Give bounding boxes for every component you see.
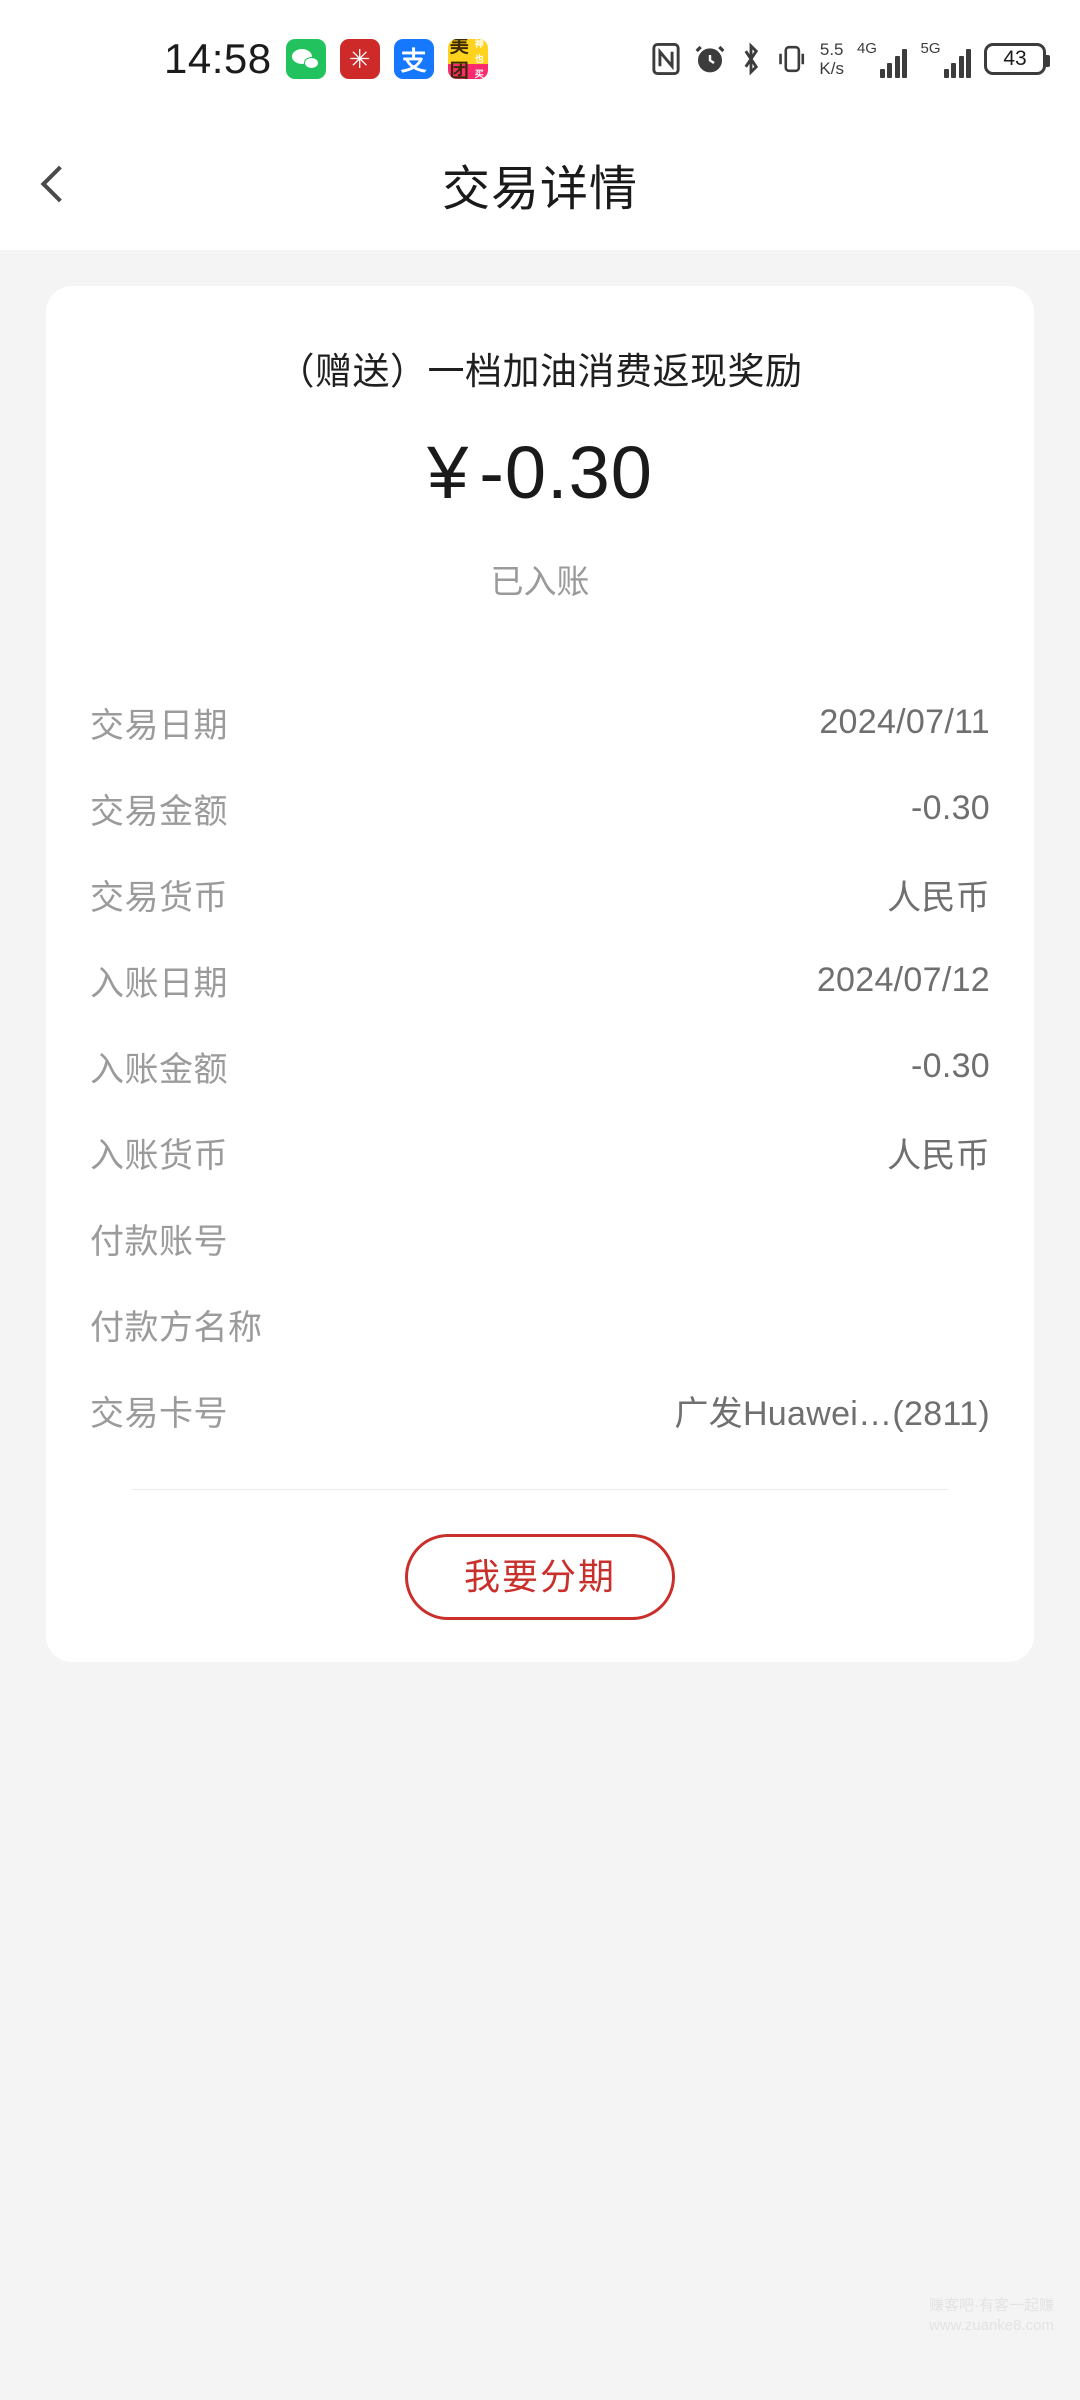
vibrate-icon bbox=[776, 42, 806, 76]
transaction-detail-card: （赠送）一档加油消费返现奖励 ¥ -0.30 已入账 交易日期 2024/07/1… bbox=[46, 286, 1034, 1663]
signal-5g-indicator: 5G bbox=[920, 41, 971, 78]
currency-symbol: ¥ bbox=[427, 431, 470, 515]
row-label: 交易日期 bbox=[90, 706, 228, 745]
watermark-line-2: www.zuanke8.com bbox=[928, 2316, 1054, 2334]
table-row: 付款账号 bbox=[90, 1195, 990, 1281]
table-row: 交易货币 人民币 bbox=[90, 851, 990, 937]
page-content: （赠送）一档加油消费返现奖励 ¥ -0.30 已入账 交易日期 2024/07/1… bbox=[0, 250, 1080, 2400]
row-label: 付款方名称 bbox=[90, 1308, 263, 1347]
bluetooth-icon bbox=[739, 42, 763, 76]
transaction-detail-list: 交易日期 2024/07/11 交易金额 -0.30 交易货币 人民币 入账日期… bbox=[90, 679, 990, 1453]
watermark-line-1: 赚客吧·有客一起赚 bbox=[929, 2296, 1054, 2314]
table-row: 入账货币 人民币 bbox=[90, 1109, 990, 1195]
row-label: 交易金额 bbox=[90, 792, 228, 831]
transaction-title: （赠送）一档加油消费返现奖励 bbox=[277, 351, 803, 392]
row-label: 交易货币 bbox=[90, 878, 228, 917]
row-value: 2024/07/11 bbox=[819, 702, 990, 741]
row-value: 人民币 bbox=[887, 878, 990, 917]
table-row: 交易卡号 广发Huawei…(2811) bbox=[90, 1367, 990, 1453]
row-value: 人民币 bbox=[887, 1136, 990, 1175]
red-flower-app-icon: ✳ bbox=[339, 39, 380, 79]
row-label: 入账日期 bbox=[90, 964, 228, 1003]
meituan-icon: 美团 神也买 bbox=[447, 39, 488, 79]
watermark: 赚客吧·有客一起赚 www.zuanke8.com bbox=[929, 2296, 1054, 2337]
status-bar-clock: 14:58 bbox=[164, 35, 272, 82]
row-label: 交易卡号 bbox=[90, 1394, 228, 1433]
alarm-icon bbox=[694, 43, 726, 75]
table-row: 付款方名称 bbox=[90, 1281, 990, 1367]
signal-4g-indicator: 4G bbox=[857, 41, 908, 78]
status-bar-left: 14:58 ✳ 支 美团 神也买 bbox=[164, 35, 488, 83]
app-header: 交易详情 bbox=[0, 118, 1080, 250]
divider bbox=[132, 1489, 948, 1491]
row-value: -0.30 bbox=[911, 788, 990, 827]
installment-button[interactable]: 我要分期 bbox=[404, 1534, 675, 1621]
row-value: -0.30 bbox=[911, 1046, 990, 1085]
page-title: 交易详情 bbox=[441, 163, 638, 216]
alipay-icon: 支 bbox=[393, 39, 434, 79]
transaction-amount: ¥ -0.30 bbox=[90, 430, 990, 515]
network-speed-indicator: 5.5 K/s bbox=[819, 40, 844, 78]
amount-value: -0.30 bbox=[479, 431, 653, 515]
row-label: 付款账号 bbox=[90, 1222, 228, 1261]
table-row: 交易日期 2024/07/11 bbox=[90, 679, 990, 765]
row-label: 入账金额 bbox=[90, 1050, 228, 1089]
status-bar-right: 5.5 K/s 4G 5G 43 bbox=[651, 40, 1050, 78]
table-row: 入账金额 -0.30 bbox=[90, 1023, 990, 1109]
signal-bars-1 bbox=[879, 48, 908, 78]
action-area: 我要分期 bbox=[90, 1534, 990, 1621]
row-value: 2024/07/12 bbox=[816, 960, 990, 999]
battery-indicator: 43 bbox=[984, 43, 1050, 75]
row-value: 广发Huawei…(2811) bbox=[674, 1394, 990, 1433]
row-label: 入账货币 bbox=[90, 1136, 228, 1175]
nfc-icon bbox=[651, 42, 681, 76]
signal-bars-2 bbox=[943, 48, 971, 78]
status-badge: 已入账 bbox=[490, 563, 590, 601]
table-row: 交易金额 -0.30 bbox=[90, 765, 990, 851]
wechat-icon bbox=[285, 39, 326, 79]
table-row: 入账日期 2024/07/12 bbox=[90, 937, 990, 1023]
status-bar: 14:58 ✳ 支 美团 神也买 5.5 K/s 4G 5G 43 bbox=[0, 0, 1080, 118]
